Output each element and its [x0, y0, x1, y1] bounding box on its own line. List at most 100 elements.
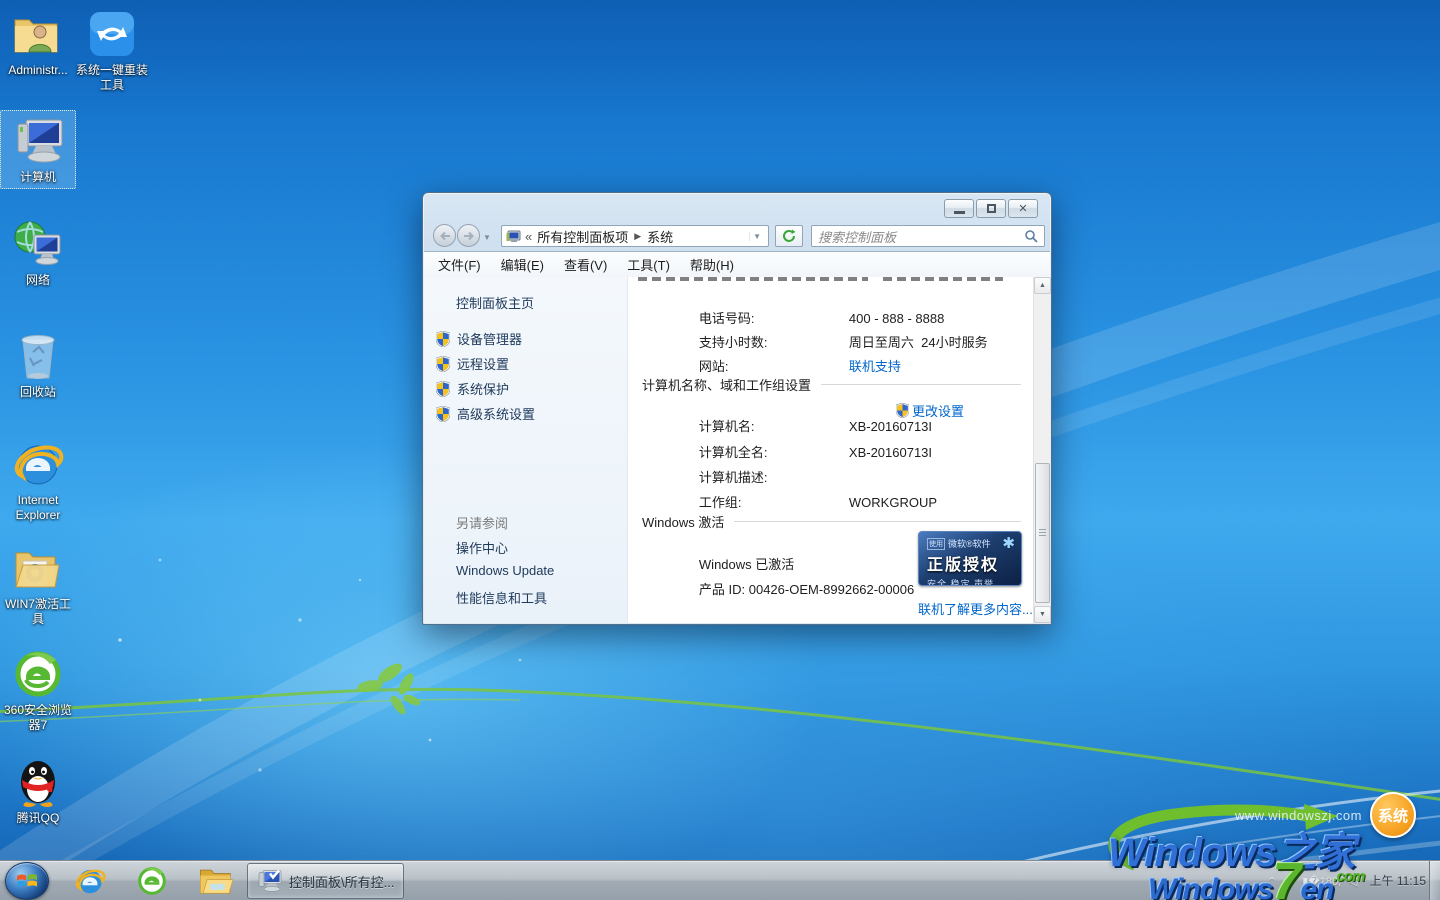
recycle-bin-icon	[12, 330, 64, 382]
desktop-icon-internet-explorer[interactable]: Internet Explorer	[0, 438, 76, 523]
system-tray: ⌃ ⚑ ▮�186; ◁ 上午 11:15	[1263, 861, 1426, 900]
restore-button[interactable]	[976, 199, 1006, 218]
badge-tagline: 安全 稳定 声誉	[927, 577, 1015, 586]
breadcrumb-system[interactable]: 系统	[647, 227, 673, 246]
taskbar-360-browser-button[interactable]	[126, 861, 178, 900]
show-desktop-button[interactable]	[1429, 861, 1440, 900]
breadcrumb-arrow-icon[interactable]: ▶	[634, 231, 641, 242]
tray-icons: ⌃ ⚑ ▮�186; ◁	[1263, 875, 1361, 888]
window-body: 控制面板主页 设备管理器 远程设置	[424, 277, 1050, 623]
sidebar-task-label: 高级系统设置	[457, 404, 535, 423]
tray-clock[interactable]: 上午 11:15	[1370, 874, 1426, 888]
system-location-icon	[506, 230, 521, 243]
network-status-icon[interactable]: ▮�186;	[1302, 875, 1341, 888]
uac-shield-icon	[436, 406, 450, 422]
row-value: XB-20160713I	[849, 445, 932, 460]
active-task-control-panel[interactable]: 控制面板\所有控...	[247, 863, 404, 899]
sidebar-advanced-settings[interactable]: 高级系统设置	[436, 404, 535, 423]
minimize-icon	[954, 211, 965, 214]
taskbar: 控制面板\所有控... ⌃ ⚑ ▮�186; ◁ 上午 11:15	[0, 860, 1440, 900]
search-icon[interactable]	[1024, 229, 1038, 243]
volume-icon[interactable]: ◁	[1349, 875, 1357, 888]
desktop-icon-network[interactable]: 网络	[0, 218, 76, 288]
network-icon	[12, 218, 64, 270]
back-button[interactable]	[433, 224, 456, 247]
desktop-icon-win7-activator[interactable]: WIN7激活工具	[0, 542, 76, 627]
sidebar-system-protection[interactable]: 系统保护	[436, 379, 509, 398]
taskbar-ie-button[interactable]	[64, 861, 116, 900]
section-divider	[734, 521, 1021, 522]
desktop-icon-label: 腾讯QQ	[0, 811, 76, 826]
menu-file[interactable]: 文件(F)	[438, 255, 481, 274]
desktop-icon-reinstall-tool[interactable]: 系统一键重装工具	[74, 8, 150, 93]
close-icon: ✕	[1018, 202, 1027, 215]
desktop-icon-label: Administr...	[0, 63, 76, 78]
360-browser-icon	[12, 648, 64, 700]
refresh-button[interactable]	[775, 225, 803, 247]
row-label: 网站:	[699, 356, 849, 375]
clipped-scrolled-text	[638, 277, 868, 281]
back-arrow-icon	[439, 231, 451, 241]
navigation-bar: ▼ « 所有控制面板项 ▶ 系统 ▼ 搜索控制面板	[423, 221, 1051, 249]
recent-pages-dropdown[interactable]: ▼	[483, 233, 491, 242]
desktop-icon-computer[interactable]: 计算机	[0, 110, 76, 189]
scrollbar-thumb[interactable]	[1035, 463, 1050, 603]
desktop-icon-360-browser[interactable]: 360安全浏览器7	[0, 648, 76, 733]
vertical-scrollbar[interactable]: ▲ ▼	[1033, 277, 1050, 623]
badge-brand-label: 微软®软件	[948, 537, 991, 550]
start-button[interactable]	[5, 862, 49, 900]
hidden-icons-chevron-icon[interactable]: ⌃	[1267, 875, 1276, 888]
internet-explorer-icon	[12, 438, 64, 490]
desktop-icon-recycle-bin[interactable]: 回收站	[0, 330, 76, 400]
online-support-link[interactable]: 联机支持	[849, 359, 901, 374]
computer-icon	[12, 115, 64, 167]
minimize-button[interactable]	[944, 199, 974, 218]
see-also-header: 另请参阅	[456, 513, 508, 532]
search-input[interactable]: 搜索控制面板	[811, 225, 1045, 247]
scroll-down-button[interactable]: ▼	[1034, 606, 1051, 623]
genuine-microsoft-badge[interactable]: 使用 微软®软件 ✱ 正版授权 安全 稳定 声誉	[918, 531, 1022, 586]
windows-logo-icon	[15, 870, 39, 892]
row-label: 工作组:	[699, 492, 849, 511]
sidebar-task-label: 设备管理器	[457, 329, 522, 348]
section-title: 计算机名称、域和工作组设置	[642, 375, 811, 394]
thumb-grip	[1039, 529, 1046, 536]
search-placeholder: 搜索控制面板	[818, 227, 896, 246]
desktop-icon-label: WIN7激活工具	[0, 597, 76, 627]
desktop-icon-qq[interactable]: 腾讯QQ	[0, 756, 76, 826]
badge-title: 正版授权	[927, 551, 1015, 575]
sidebar-windows-update[interactable]: Windows Update	[456, 563, 554, 578]
sidebar: 控制面板主页 设备管理器 远程设置	[424, 277, 628, 623]
menu-view[interactable]: 查看(V)	[564, 255, 607, 274]
sidebar-remote-settings[interactable]: 远程设置	[436, 354, 509, 373]
address-bar[interactable]: « 所有控制面板项 ▶ 系统 ▼	[501, 225, 769, 247]
change-settings-link[interactable]: 更改设置	[896, 401, 964, 420]
qq-penguin-icon	[12, 756, 64, 808]
close-button[interactable]: ✕	[1008, 199, 1038, 218]
computer-name-section-header: 计算机名称、域和工作组设置	[642, 375, 1021, 394]
learn-more-online-link[interactable]: 联机了解更多内容...	[918, 599, 1033, 618]
menu-help[interactable]: 帮助(H)	[690, 255, 734, 274]
forward-button[interactable]	[457, 224, 480, 247]
uac-shield-icon	[436, 331, 450, 347]
refresh-icon	[782, 229, 796, 243]
breadcrumb-overflow[interactable]: «	[525, 229, 532, 244]
breadcrumb-all-items[interactable]: 所有控制面板项	[537, 227, 628, 246]
desktop-icon-label: 回收站	[0, 385, 76, 400]
sidebar-device-manager[interactable]: 设备管理器	[436, 329, 522, 348]
product-id-row: 产品 ID: 00426-OEM-8992662-00006	[670, 564, 914, 613]
system-control-panel-window: ✕ ▼ « 所有控制面板项 ▶ 系统 ▼	[422, 192, 1052, 625]
window-titlebar[interactable]: ✕	[423, 193, 1051, 221]
action-center-flag-icon[interactable]: ⚑	[1284, 875, 1294, 888]
sidebar-action-center[interactable]: 操作中心	[456, 538, 508, 557]
sidebar-home-link[interactable]: 控制面板主页	[456, 293, 534, 312]
desktop-icon-label: 360安全浏览器7	[0, 703, 76, 733]
uac-shield-icon	[896, 403, 909, 418]
address-dropdown-icon[interactable]: ▼	[749, 232, 764, 241]
taskbar-explorer-button[interactable]	[190, 861, 242, 900]
scroll-up-button[interactable]: ▲	[1034, 277, 1051, 294]
desktop-icon-administrator[interactable]: Administr...	[0, 8, 76, 78]
menu-tools[interactable]: 工具(T)	[627, 255, 670, 274]
menu-edit[interactable]: 编辑(E)	[501, 255, 544, 274]
sidebar-performance-tools[interactable]: 性能信息和工具	[456, 588, 547, 607]
